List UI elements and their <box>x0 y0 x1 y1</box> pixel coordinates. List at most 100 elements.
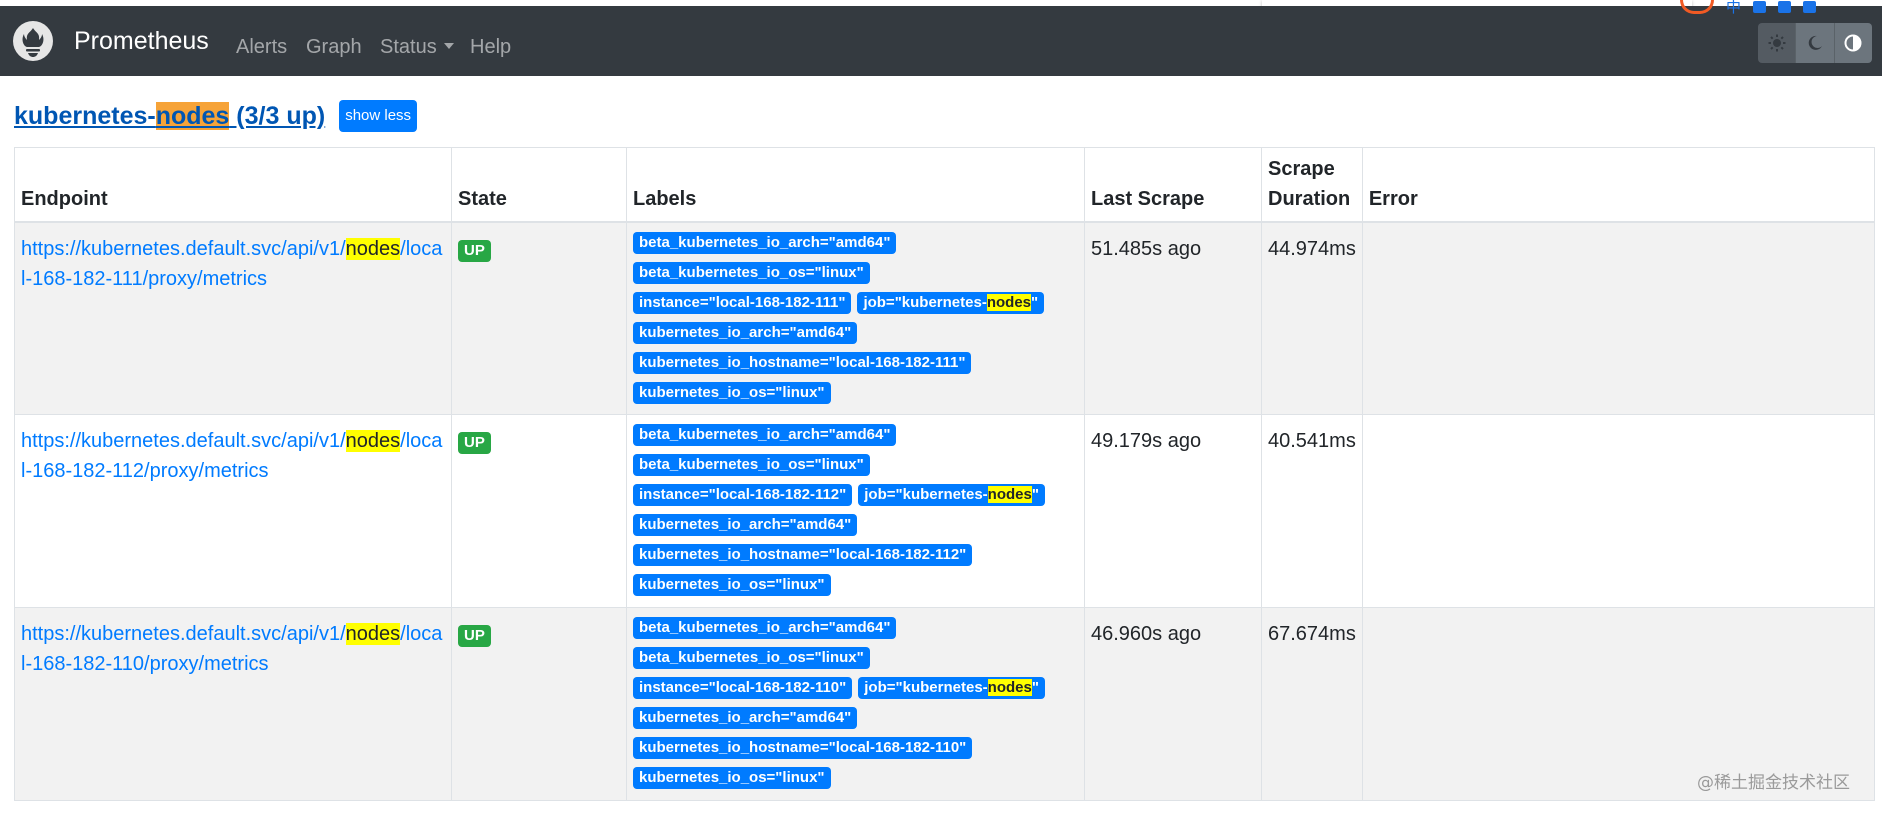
label-badge: kubernetes_io_os="linux" <box>633 574 831 596</box>
state-cell: UP <box>451 414 627 608</box>
job-label-suffix: " <box>1031 679 1039 696</box>
table-row: https://kubernetes.default.svc/api/v1/no… <box>14 221 1876 415</box>
header-endpoint: Endpoint <box>14 147 452 223</box>
prometheus-logo-icon <box>13 21 53 61</box>
label-badge: kubernetes_io_hostname="local-168-182-11… <box>633 351 972 374</box>
tray-settings-icon[interactable] <box>1753 0 1767 13</box>
job-label-match: nodes <box>987 679 1032 696</box>
table-header-row: Endpoint State Labels Last Scrape Scrape… <box>14 147 1876 223</box>
error-cell <box>1361 221 1876 415</box>
light-theme-button[interactable] <box>1758 23 1797 63</box>
tray-mic-icon[interactable] <box>1778 0 1792 13</box>
job-label-suffix: " <box>1031 293 1039 311</box>
label-badge: instance="local-168-182-112" <box>633 484 853 506</box>
watermark: @稀土掘金技术社区 <box>1697 773 1850 793</box>
label-badge: instance="local-168-182-110" <box>633 677 853 699</box>
nav-status-dropdown[interactable]: Status <box>380 34 454 60</box>
header-scrape-duration: Scrape Duration <box>1261 147 1363 223</box>
label-badge: kubernetes_io_hostname="local-168-182-11… <box>633 544 973 566</box>
last-scrape-cell: 51.485s ago <box>1084 221 1262 415</box>
endpoint-link[interactable]: https://kubernetes.default.svc/api/v1/no… <box>21 234 445 294</box>
endpoint-prefix: https://kubernetes.default.svc/api/v1/ <box>21 623 346 645</box>
endpoint-match: nodes <box>345 237 401 260</box>
endpoint-link[interactable]: https://kubernetes.default.svc/api/v1/no… <box>21 619 445 679</box>
ime-language-indicator[interactable]: 中 <box>1726 0 1741 17</box>
job-heading: kubernetes-nodes (3/3 up) show less <box>14 100 418 132</box>
endpoint-cell: https://kubernetes.default.svc/api/v1/no… <box>14 221 452 415</box>
job-label-suffix: " <box>1031 486 1039 503</box>
state-cell: UP <box>451 607 627 801</box>
nav-alerts[interactable]: Alerts <box>236 34 287 60</box>
endpoint-match: nodes <box>345 430 401 452</box>
sun-icon <box>1768 34 1786 52</box>
label-badge: beta_kubernetes_io_arch="amd64" <box>633 424 897 446</box>
table-row: https://kubernetes.default.svc/api/v1/no… <box>14 607 1876 801</box>
last-scrape-cell: 46.960s ago <box>1084 607 1262 801</box>
label-badge: instance="local-168-182-111" <box>633 291 852 314</box>
show-less-button[interactable]: show less <box>339 100 418 132</box>
error-cell <box>1361 414 1876 608</box>
job-label-match: nodes <box>986 293 1032 311</box>
scrape-duration-cell: 40.541ms <box>1261 414 1363 608</box>
tray-keyboard-icon[interactable] <box>1803 0 1817 13</box>
labels-cell: beta_kubernetes_io_arch="amd64" beta_kub… <box>626 221 1085 415</box>
scrape-duration-cell: 67.674ms <box>1261 607 1363 801</box>
job-title-suffix: (3/3 up) <box>229 101 326 130</box>
header-state: State <box>451 147 627 223</box>
endpoint-cell: https://kubernetes.default.svc/api/v1/no… <box>14 607 452 801</box>
job-title-prefix: kubernetes- <box>14 101 156 130</box>
auto-theme-button[interactable] <box>1834 23 1872 63</box>
last-scrape-cell: 49.179s ago <box>1084 414 1262 608</box>
ime-logo-icon <box>1680 0 1714 14</box>
state-badge: UP <box>458 239 491 262</box>
dark-theme-button[interactable] <box>1796 23 1835 63</box>
brand-name: Prometheus <box>74 26 209 55</box>
system-tray: 中 <box>1680 0 1817 17</box>
scrape-duration-cell: 44.974ms <box>1261 221 1363 415</box>
job-label-prefix: job="kubernetes- <box>864 679 988 696</box>
state-cell: UP <box>451 221 627 415</box>
label-badge: beta_kubernetes_io_arch="amd64" <box>633 231 897 254</box>
brand[interactable]: Prometheus <box>13 20 209 62</box>
endpoint-prefix: https://kubernetes.default.svc/api/v1/ <box>21 430 346 452</box>
label-badge: beta_kubernetes_io_arch="amd64" <box>633 617 897 639</box>
top-navbar: Prometheus Alerts Graph Status Help <box>0 6 1882 76</box>
label-list: beta_kubernetes_io_arch="amd64" beta_kub… <box>633 231 1078 412</box>
header-last-scrape: Last Scrape <box>1084 147 1262 223</box>
job-label-prefix: job="kubernetes- <box>864 486 988 503</box>
nav-help[interactable]: Help <box>470 34 511 60</box>
label-badge: kubernetes_io_os="linux" <box>633 767 831 789</box>
label-badge: beta_kubernetes_io_os="linux" <box>633 647 870 669</box>
label-badge-job: job="kubernetes-nodes" <box>857 291 1045 314</box>
state-badge: UP <box>458 625 491 647</box>
header-error: Error <box>1361 147 1876 223</box>
endpoint-prefix: https://kubernetes.default.svc/api/v1/ <box>21 237 346 260</box>
endpoint-link[interactable]: https://kubernetes.default.svc/api/v1/no… <box>21 426 445 486</box>
job-label-prefix: job="kubernetes- <box>863 293 987 311</box>
header-labels: Labels <box>626 147 1085 223</box>
job-title-link[interactable]: kubernetes-nodes (3/3 up) <box>14 101 326 131</box>
label-badge: kubernetes_io_os="linux" <box>633 381 831 404</box>
label-badge: kubernetes_io_arch="amd64" <box>633 321 858 344</box>
label-list: beta_kubernetes_io_arch="amd64" beta_kub… <box>633 424 1078 604</box>
endpoint-cell: https://kubernetes.default.svc/api/v1/no… <box>14 414 452 608</box>
labels-cell: beta_kubernetes_io_arch="amd64" beta_kub… <box>626 414 1085 608</box>
label-badge: kubernetes_io_hostname="local-168-182-11… <box>633 737 973 759</box>
job-label-match: nodes <box>987 486 1032 503</box>
endpoint-match: nodes <box>345 623 401 645</box>
labels-cell: beta_kubernetes_io_arch="amd64" beta_kub… <box>626 607 1085 801</box>
targets-table: Endpoint State Labels Last Scrape Scrape… <box>14 147 1876 801</box>
label-badge: kubernetes_io_arch="amd64" <box>633 707 858 729</box>
label-badge-job: job="kubernetes-nodes" <box>858 484 1045 506</box>
theme-toggle-group <box>1758 23 1872 63</box>
label-badge: kubernetes_io_arch="amd64" <box>633 514 858 536</box>
table-row: https://kubernetes.default.svc/api/v1/no… <box>14 414 1876 608</box>
label-badge: beta_kubernetes_io_os="linux" <box>633 454 870 476</box>
nav-graph[interactable]: Graph <box>306 34 362 60</box>
job-title-match: nodes <box>155 101 230 130</box>
label-list: beta_kubernetes_io_arch="amd64" beta_kub… <box>633 617 1078 797</box>
moon-icon <box>1808 35 1822 50</box>
state-badge: UP <box>458 432 491 454</box>
label-badge-job: job="kubernetes-nodes" <box>858 677 1045 699</box>
label-badge: beta_kubernetes_io_os="linux" <box>633 261 870 284</box>
